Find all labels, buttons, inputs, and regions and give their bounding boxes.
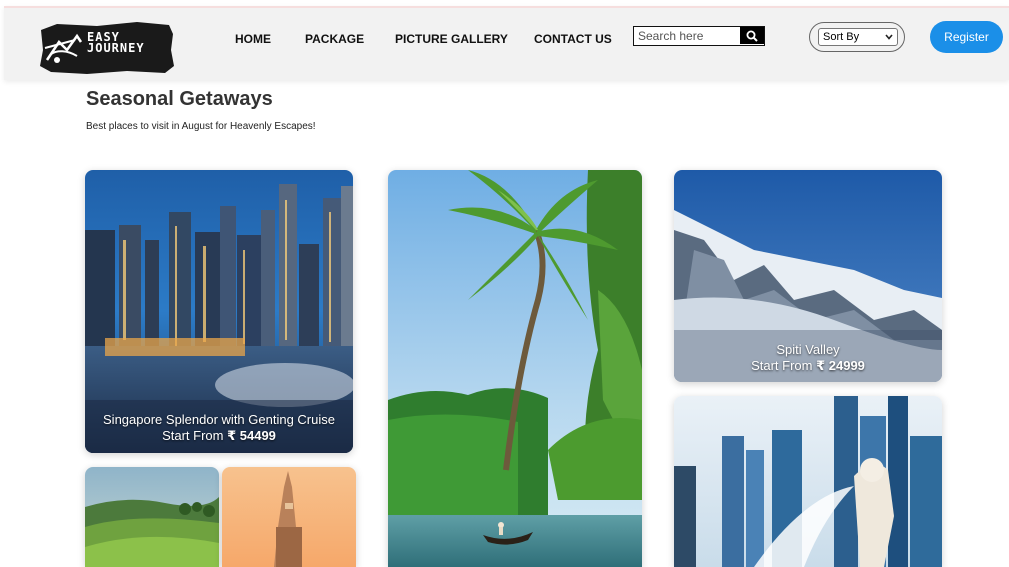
price-prefix: Start From xyxy=(751,358,813,373)
sort-selected-value: Sort By xyxy=(823,31,860,43)
tea-plantation-image xyxy=(85,467,219,567)
price-value: ₹ 54499 xyxy=(227,428,276,443)
chevron-down-icon xyxy=(885,34,893,40)
price-value: ₹ 24999 xyxy=(816,358,865,373)
search-icon xyxy=(746,30,758,42)
nav-picture-gallery[interactable]: PICTURE GALLERY xyxy=(395,32,508,46)
page-subtitle: Best places to visit in August for Heave… xyxy=(86,121,316,132)
card-price-line: Start From ₹ 54499 xyxy=(85,428,353,444)
card-title: Singapore Splendor with Genting Cruise xyxy=(103,412,335,427)
page: EASY JOURNEY HOME PACKAGE PICTURE GALLER… xyxy=(0,0,1009,567)
search-box xyxy=(633,26,765,46)
card-spiti-valley[interactable]: Spiti Valley Start From ₹ 24999 xyxy=(674,170,942,382)
brand-logo[interactable]: EASY JOURNEY xyxy=(37,20,175,76)
register-button[interactable]: Register xyxy=(930,21,1003,53)
card-caption: Spiti Valley Start From ₹ 24999 xyxy=(674,342,942,374)
site-header: EASY JOURNEY HOME PACKAGE PICTURE GALLER… xyxy=(4,6,1009,80)
sort-select[interactable]: Sort By xyxy=(818,28,898,46)
price-prefix: Start From xyxy=(162,428,224,443)
nav-package[interactable]: PACKAGE xyxy=(305,32,364,46)
merlion-skyline-image xyxy=(674,396,942,567)
search-button[interactable] xyxy=(740,27,764,44)
singapore-skyline-image xyxy=(85,170,353,453)
card-caption: Singapore Splendor with Genting Cruise S… xyxy=(85,412,353,444)
nav-home[interactable]: HOME xyxy=(235,32,271,46)
kerala-backwaters-image xyxy=(388,170,642,567)
card-temple-sunset[interactable] xyxy=(222,467,356,567)
brand-line-2: JOURNEY xyxy=(87,41,145,55)
card-title: Spiti Valley xyxy=(776,342,840,357)
search-input[interactable] xyxy=(634,27,738,44)
card-tea-plantation[interactable] xyxy=(85,467,219,567)
nav-contact-us[interactable]: CONTACT US xyxy=(534,32,612,46)
brand-wordmark: EASY JOURNEY xyxy=(87,31,145,55)
sort-container: Sort By xyxy=(809,22,905,52)
temple-sunset-image xyxy=(222,467,356,567)
card-price-line: Start From ₹ 24999 xyxy=(674,358,942,374)
card-singapore-splendor[interactable]: Singapore Splendor with Genting Cruise S… xyxy=(85,170,353,453)
card-kerala-backwaters[interactable] xyxy=(388,170,642,567)
card-singapore-merlion[interactable] xyxy=(674,396,942,567)
page-title: Seasonal Getaways xyxy=(86,88,273,110)
